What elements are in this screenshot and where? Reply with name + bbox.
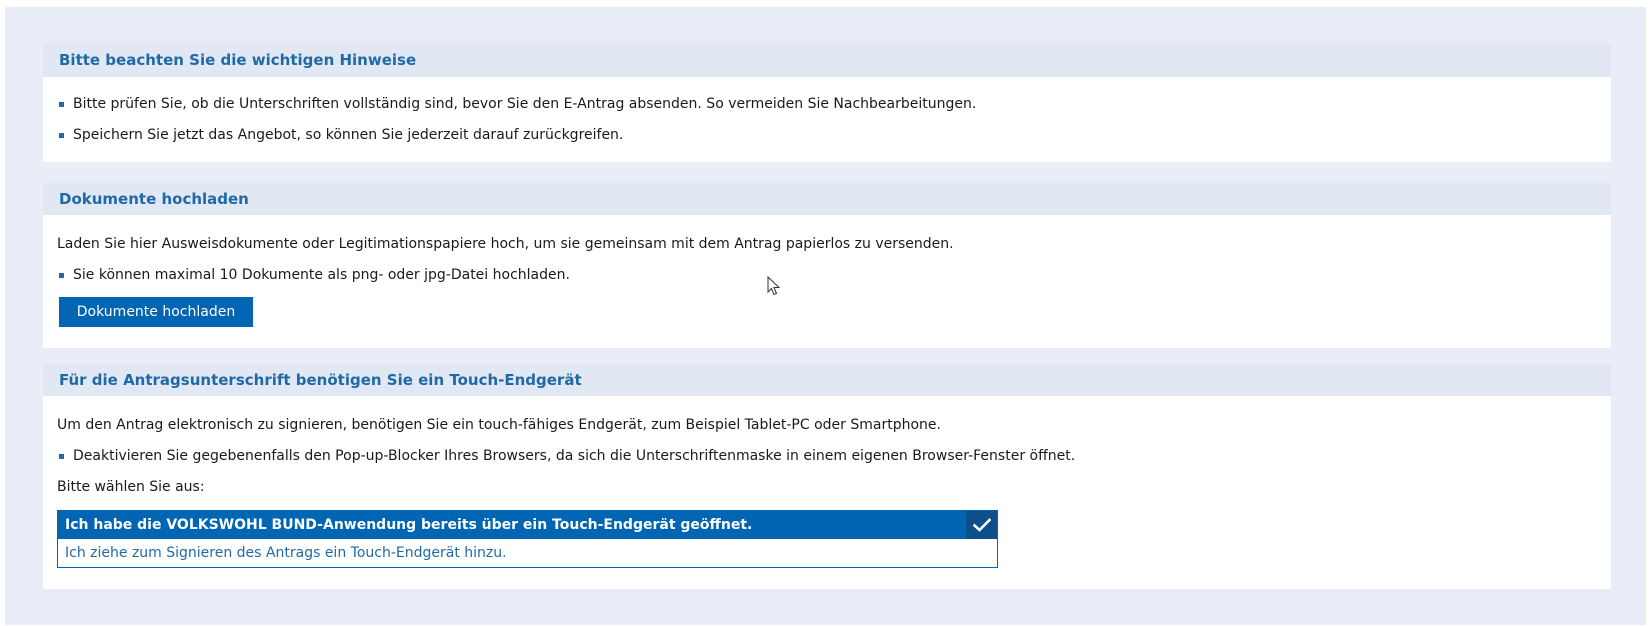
mouse-cursor-icon	[767, 275, 781, 300]
device-choice-list: Ich habe die VOLKSWOHL BUND-Anwendung be…	[57, 510, 998, 568]
bullet-icon	[59, 453, 64, 459]
notes-body: Bitte prüfen Sie, ob die Unterschriften …	[43, 77, 1611, 162]
notes-section-header: Bitte beachten Sie die wichtigen Hinweis…	[43, 43, 1611, 77]
signature-section: Für die Antragsunterschrift benötigen Si…	[43, 364, 1611, 589]
choice-option-selected[interactable]: Ich habe die VOLKSWOHL BUND-Anwendung be…	[58, 511, 997, 539]
notes-title: Bitte beachten Sie die wichtigen Hinweis…	[59, 51, 417, 69]
select-prompt: Bitte wählen Sie aus:	[57, 479, 205, 495]
notes-item-text: Bitte prüfen Sie, ob die Unterschriften …	[73, 96, 977, 112]
signature-item: Deaktivieren Sie gegebenenfalls den Pop-…	[58, 447, 1075, 465]
notes-item: Speichern Sie jetzt das Angebot, so könn…	[58, 126, 623, 144]
checkmark-icon	[966, 511, 997, 539]
signature-section-header: Für die Antragsunterschrift benötigen Si…	[43, 364, 1611, 396]
signature-intro: Um den Antrag elektronisch zu signieren,…	[57, 417, 941, 433]
upload-section: Dokumente hochladen Laden Sie hier Auswe…	[43, 183, 1611, 348]
upload-intro: Laden Sie hier Ausweisdokumente oder Leg…	[57, 236, 954, 252]
bullet-icon	[59, 272, 64, 278]
upload-item: Sie können maximal 10 Dokumente als png-…	[58, 266, 570, 284]
notes-item-text: Speichern Sie jetzt das Angebot, so könn…	[73, 127, 624, 143]
choice-option-label: Ich habe die VOLKSWOHL BUND-Anwendung be…	[65, 517, 753, 533]
upload-body: Laden Sie hier Ausweisdokumente oder Leg…	[43, 215, 1611, 348]
choice-option[interactable]: Ich ziehe zum Signieren des Antrags ein …	[58, 539, 997, 567]
bullet-icon	[59, 101, 64, 107]
signature-body: Um den Antrag elektronisch zu signieren,…	[43, 396, 1611, 589]
upload-item-text: Sie können maximal 10 Dokumente als png-…	[73, 267, 570, 283]
bullet-icon	[59, 132, 64, 138]
upload-documents-button[interactable]: Dokumente hochladen	[59, 297, 253, 327]
upload-section-header: Dokumente hochladen	[43, 183, 1611, 215]
notes-section: Bitte beachten Sie die wichtigen Hinweis…	[43, 43, 1611, 162]
notes-item: Bitte prüfen Sie, ob die Unterschriften …	[58, 95, 976, 113]
signature-title: Für die Antragsunterschrift benötigen Si…	[59, 371, 582, 389]
signature-item-text: Deaktivieren Sie gegebenenfalls den Pop-…	[73, 448, 1076, 464]
upload-title: Dokumente hochladen	[59, 190, 249, 208]
